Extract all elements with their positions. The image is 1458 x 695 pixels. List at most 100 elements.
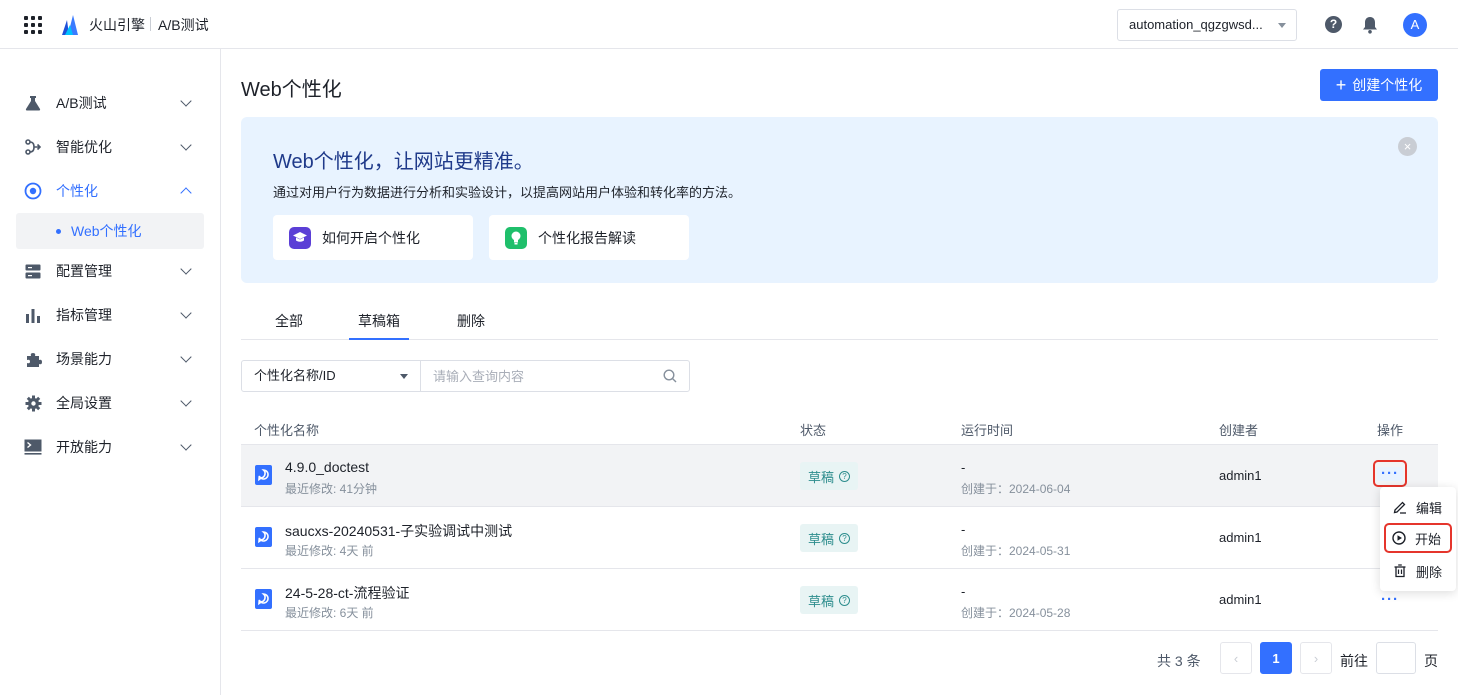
branch-icon <box>24 138 42 156</box>
row-created: 创建于：2024-05-31 <box>961 544 1071 558</box>
tab-all[interactable]: 全部 <box>273 311 305 340</box>
sidebar-item-label: 智能优化 <box>56 139 112 155</box>
row-creator: admin1 <box>1219 530 1262 545</box>
gear-icon <box>24 394 42 412</box>
sidebar-item-global-settings[interactable]: 全局设置 <box>16 385 204 421</box>
column-header-run-time: 运行时间 <box>961 423 1014 438</box>
row-modified: 最近修改: 6天 前 <box>285 606 374 620</box>
sidebar-item-ab-test[interactable]: A/B测试 <box>16 85 204 121</box>
question-icon[interactable]: ? <box>839 594 851 606</box>
chevron-down-icon <box>180 95 192 107</box>
row-created: 创建于：2024-06-04 <box>961 482 1071 496</box>
chevron-right-icon: › <box>1313 650 1319 666</box>
status-badge: 草稿? <box>800 586 859 614</box>
sidebar-item-label: 指标管理 <box>56 307 112 323</box>
product-name[interactable]: A/B测试 <box>158 15 209 35</box>
search-filter: 个性化名称/ID <box>241 360 690 392</box>
sidebar-item-label: 配置管理 <box>56 263 112 279</box>
menu-item-edit[interactable]: 编辑 <box>1384 493 1452 521</box>
avatar[interactable]: A <box>1403 13 1427 37</box>
graduation-cap-icon <box>289 226 311 249</box>
row-name[interactable]: 4.9.0_doctest <box>285 459 369 475</box>
chevron-down-icon <box>1278 23 1286 28</box>
target-icon <box>24 182 42 200</box>
column-header-name: 个性化名称 <box>254 423 320 438</box>
search-field-select[interactable]: 个性化名称/ID <box>242 361 421 391</box>
guide-card-how-to-start[interactable]: 如何开启个性化 <box>273 215 473 260</box>
page-number-button[interactable]: 1 <box>1260 642 1292 674</box>
row-modified: 最近修改: 4天 前 <box>285 544 374 558</box>
bar-chart-icon <box>24 306 42 324</box>
prev-page-button[interactable]: ‹ <box>1220 642 1252 674</box>
sidebar-item-smart-optimization[interactable]: 智能优化 <box>16 129 204 165</box>
column-header-actions: 操作 <box>1377 423 1404 438</box>
menu-item-label: 删除 <box>1416 564 1443 580</box>
app-selector[interactable]: automation_qgzgwsd... <box>1117 9 1297 41</box>
goto-page-input[interactable] <box>1376 642 1416 674</box>
plus-icon: + <box>1335 75 1347 95</box>
top-bar: 火山引擎 A/B测试 automation_qgzgwsd... ? A <box>0 0 1458 49</box>
guide-card-label: 个性化报告解读 <box>538 229 636 246</box>
table-row[interactable]: saucxs-20240531-子实验调试中测试 最近修改: 4天 前 草稿? … <box>241 507 1438 569</box>
flask-icon <box>24 94 42 112</box>
chevron-down-icon <box>400 374 408 379</box>
row-actions-menu: 编辑 开始 删除 <box>1380 487 1456 591</box>
page-unit-label: 页 <box>1424 653 1438 669</box>
guide-card-report-reading[interactable]: 个性化报告解读 <box>489 215 689 260</box>
tab-deleted[interactable]: 删除 <box>455 311 487 340</box>
intro-banner: Web个性化，让网站更精准。 通过对用户行为数据进行分析和实验设计，以提高网站用… <box>241 117 1438 283</box>
table-row[interactable]: 24-5-28-ct-流程验证 最近修改: 6天 前 草稿? - 创建于：202… <box>241 569 1438 631</box>
more-actions-button[interactable]: ··· <box>1373 460 1407 487</box>
row-name[interactable]: 24-5-28-ct-流程验证 <box>285 583 409 603</box>
question-icon[interactable]: ? <box>839 532 851 544</box>
search-icon[interactable] <box>663 369 677 383</box>
volcano-logo-icon <box>62 15 78 35</box>
close-icon[interactable]: × <box>1398 137 1417 156</box>
create-personalization-button[interactable]: + 创建个性化 <box>1320 69 1438 101</box>
sidebar-item-label: Web个性化 <box>71 223 142 239</box>
next-page-button[interactable]: › <box>1300 642 1332 674</box>
sidebar-item-label: A/B测试 <box>56 95 107 111</box>
row-creator: admin1 <box>1219 468 1262 483</box>
banner-title: Web个性化，让网站更精准。 <box>273 151 534 173</box>
chevron-down-icon <box>180 307 192 319</box>
ellipsis-icon: ··· <box>1377 466 1403 481</box>
menu-item-start[interactable]: 开始 <box>1384 523 1452 553</box>
create-button-label: 创建个性化 <box>1352 77 1423 93</box>
column-header-creator: 创建者 <box>1219 423 1259 438</box>
chevron-down-icon <box>180 351 192 363</box>
menu-item-delete[interactable]: 删除 <box>1384 557 1452 585</box>
sidebar-item-web-personalization[interactable]: Web个性化 <box>16 213 204 249</box>
table-row[interactable]: 4.9.0_doctest 最近修改: 41分钟 草稿? - 创建于：2024-… <box>241 445 1438 507</box>
row-name[interactable]: saucxs-20240531-子实验调试中测试 <box>285 521 512 541</box>
sidebar-item-config-management[interactable]: 配置管理 <box>16 253 204 289</box>
sidebar-item-scenario-capability[interactable]: 场景能力 <box>16 341 204 377</box>
sidebar-item-metric-management[interactable]: 指标管理 <box>16 297 204 333</box>
app-selector-value: automation_qgzgwsd... <box>1129 17 1263 32</box>
status-badge: 草稿? <box>800 462 859 490</box>
help-icon[interactable]: ? <box>1325 16 1342 33</box>
ellipsis-icon: ··· <box>1381 591 1399 608</box>
play-circle-icon <box>1392 531 1406 545</box>
terminal-icon <box>24 438 42 456</box>
app-grid-icon[interactable] <box>24 16 42 34</box>
row-run-time: - <box>961 522 966 537</box>
lightbulb-icon <box>505 226 527 249</box>
sidebar-item-open-capability[interactable]: 开放能力 <box>16 429 204 465</box>
sidebar-item-personalization[interactable]: 个性化 <box>16 173 204 209</box>
document-icon <box>255 465 272 485</box>
tab-drafts[interactable]: 草稿箱 <box>349 311 409 340</box>
bell-icon[interactable] <box>1362 16 1378 34</box>
sidebar-item-label: 个性化 <box>56 183 98 199</box>
search-input[interactable] <box>422 361 652 391</box>
active-dot <box>56 228 61 234</box>
row-run-time: - <box>961 460 966 475</box>
server-icon <box>24 262 42 280</box>
banner-description: 通过对用户行为数据进行分析和实验设计，以提高网站用户体验和转化率的方法。 <box>273 185 742 200</box>
document-icon <box>255 589 272 609</box>
document-icon <box>255 527 272 547</box>
pencil-icon <box>1393 501 1406 514</box>
question-icon[interactable]: ? <box>839 470 851 482</box>
personalization-table: 个性化名称 状态 运行时间 创建者 操作 4.9.0_doctest 最近修改:… <box>241 412 1438 631</box>
status-label: 草稿 <box>808 531 835 547</box>
